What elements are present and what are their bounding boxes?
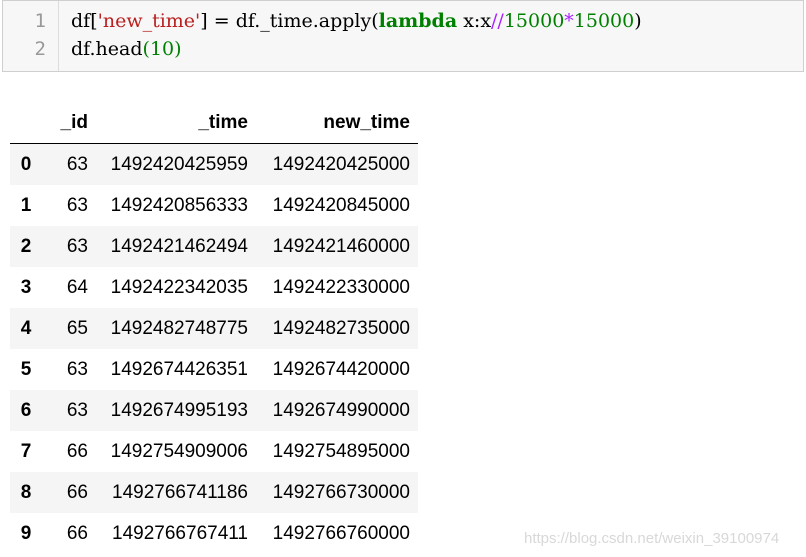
- row-index-cell: 2: [20, 235, 32, 257]
- cell-new-time: 1492421460000: [272, 235, 410, 257]
- code-number-token: 15000: [503, 10, 565, 32]
- column-header-new-time: new_time: [258, 102, 418, 144]
- table-header-row: _id _time new_time: [10, 102, 418, 144]
- column-header-time: _time: [98, 102, 258, 144]
- row-index-cell: 9: [20, 522, 32, 544]
- row-index-cell: 0: [20, 153, 32, 175]
- code-string-token: 'new_time': [97, 10, 201, 32]
- table-row: 5 63 1492674426351 1492674420000: [10, 349, 418, 390]
- cell-new-time: 1492766730000: [272, 481, 410, 503]
- row-index-cell: 4: [20, 317, 32, 339]
- cell-time: 1492422342035: [110, 276, 248, 298]
- cell-time: 1492766767411: [112, 522, 248, 544]
- code-number-token: 10: [149, 38, 175, 60]
- cell-id: 66: [66, 440, 88, 462]
- cell-id: 63: [66, 194, 88, 216]
- table-row: 3 64 1492422342035 1492422330000: [10, 267, 418, 308]
- cell-time: 1492420425959: [110, 153, 248, 175]
- row-index-cell: 3: [20, 276, 32, 298]
- cell-id: 64: [66, 276, 88, 298]
- line-number: 1: [34, 10, 46, 32]
- table-row: 4 65 1492482748775 1492482735000: [10, 308, 418, 349]
- code-token: ] = df._time.apply(: [200, 10, 379, 32]
- cell-time: 1492482748775: [110, 317, 248, 339]
- cell-new-time: 1492754895000: [272, 440, 410, 462]
- row-index-cell: 8: [20, 481, 32, 503]
- code-cell[interactable]: 1 2 df['new_time'] = df._time.apply(lamb…: [2, 0, 804, 72]
- table-body: 0 63 1492420425959 1492420425000 1 63 14924208…: [10, 143, 418, 555]
- row-index-cell: 6: [20, 399, 32, 421]
- line-number-gutter: 1 2: [3, 1, 59, 71]
- table-row: 0 63 1492420425959 1492420425000: [10, 143, 418, 185]
- table-row: 9 66 1492766767411 1492766760000: [10, 513, 418, 554]
- column-header-id: _id: [42, 102, 98, 144]
- cell-new-time: 1492674990000: [272, 399, 410, 421]
- table-row: 1 63 1492420856333 1492420845000: [10, 185, 418, 226]
- cell-id: 63: [66, 358, 88, 380]
- code-operator-token: *: [564, 10, 574, 32]
- cell-time: 1492420856333: [110, 194, 248, 216]
- row-index-cell: 1: [20, 194, 32, 216]
- table-row: 2 63 1492421462494 1492421460000: [10, 226, 418, 267]
- cell-new-time: 1492422330000: [272, 276, 410, 298]
- row-index-cell: 7: [20, 440, 32, 462]
- cell-new-time: 1492674420000: [272, 358, 410, 380]
- index-header: [10, 102, 42, 144]
- code-token: x:x: [457, 10, 492, 32]
- code-token: df[: [71, 10, 98, 32]
- code-line-1[interactable]: df['new_time'] = df._time.apply(lambda x…: [71, 7, 642, 35]
- code-keyword-token: lambda: [378, 10, 458, 32]
- cell-id: 66: [66, 481, 88, 503]
- table-row: 7 66 1492754909006 1492754895000: [10, 431, 418, 472]
- table-row: 6 63 1492674995193 1492674990000: [10, 390, 418, 431]
- watermark-text: https://blog.csdn.net/weixin_39100974: [524, 530, 780, 547]
- cell-new-time: 1492420425000: [272, 153, 410, 175]
- code-paren-token: ): [174, 38, 182, 60]
- code-token: ): [634, 10, 642, 32]
- dataframe-output-table: _id _time new_time 0 63 1492420425959 14924…: [10, 102, 418, 554]
- cell-time: 1492754909006: [110, 440, 248, 462]
- cell-id: 63: [66, 399, 88, 421]
- code-line-2[interactable]: df.head(10): [71, 35, 182, 63]
- line-number: 2: [34, 38, 46, 60]
- cell-new-time: 1492766760000: [272, 522, 410, 544]
- cell-id: 63: [66, 235, 88, 257]
- cell-id: 65: [66, 317, 88, 339]
- cell-time: 1492766741186: [112, 481, 248, 503]
- cell-time: 1492674995193: [110, 399, 248, 421]
- cell-new-time: 1492420845000: [272, 194, 410, 216]
- cell-time: 1492674426351: [110, 358, 248, 380]
- row-index-cell: 5: [20, 358, 32, 380]
- code-number-token: 15000: [573, 10, 635, 32]
- code-token: df.head: [71, 38, 143, 60]
- cell-new-time: 1492482735000: [272, 317, 410, 339]
- cell-id: 63: [66, 153, 88, 175]
- cell-time: 1492421462494: [110, 235, 248, 257]
- cell-id: 66: [66, 522, 88, 544]
- table-row: 8 66 1492766741186 1492766730000: [10, 472, 418, 513]
- code-paren-token: (: [142, 38, 150, 60]
- code-operator-token: //: [491, 10, 504, 32]
